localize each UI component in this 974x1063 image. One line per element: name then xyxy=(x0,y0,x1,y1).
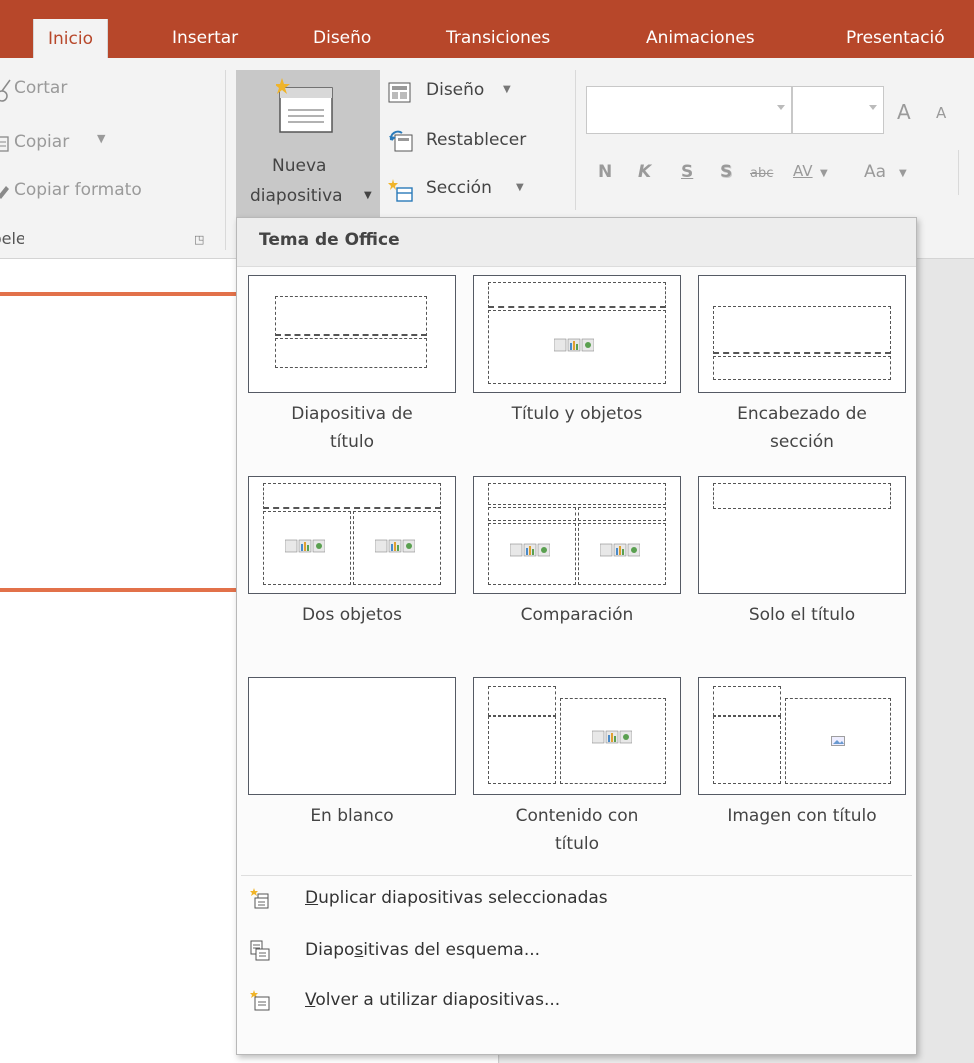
new-slide-gallery: Tema de Office Diapositiva de título Títu… xyxy=(236,217,917,1055)
change-case-button[interactable]: Aa xyxy=(864,162,886,182)
content-placeholder-icon xyxy=(554,338,594,352)
layout-caption: Título y objetos xyxy=(511,404,643,424)
chevron-down-icon xyxy=(777,105,785,110)
duplicate-selected-slides-item[interactable]: Duplicar diapositivas seleccionadas xyxy=(237,880,916,922)
tab-inicio[interactable]: Inicio xyxy=(33,19,108,59)
layout-thumbnail xyxy=(698,476,906,594)
layout-thumbnail xyxy=(473,476,681,594)
layout-caption: Comparación xyxy=(520,605,634,625)
picture-placeholder-icon xyxy=(831,736,845,746)
copy-label: Copiar xyxy=(14,132,70,152)
grow-font-button[interactable]: A xyxy=(897,100,911,124)
character-spacing-button[interactable]: AV xyxy=(793,162,813,180)
gallery-header-label: Tema de Office xyxy=(259,230,400,250)
reuse-slides-icon xyxy=(250,990,270,1011)
layout-caption: En blanco xyxy=(310,806,394,826)
new-slide-button[interactable]: Nueva diapositiva ▼ xyxy=(236,70,380,218)
layout-caption: Imagen con título xyxy=(727,806,877,826)
font-size-combo[interactable] xyxy=(792,86,884,134)
new-slide-dropdown-arrow-icon: ▼ xyxy=(364,190,372,201)
spacing-dropdown-arrow-icon[interactable]: ▼ xyxy=(820,168,828,179)
content-placeholder-icon xyxy=(600,543,640,557)
font-name-combo[interactable] xyxy=(586,86,792,134)
layout-caption: Dos objetos xyxy=(301,605,403,625)
clipboard-launcher-icon[interactable]: ◳ xyxy=(194,233,204,246)
layout-thumbnail xyxy=(698,677,906,795)
cut-label: Cortar xyxy=(14,78,68,98)
chevron-down-icon xyxy=(869,105,877,110)
copy-dropdown-arrow-icon[interactable]: ▼ xyxy=(97,132,105,145)
group-separator xyxy=(575,70,576,210)
layout-button[interactable]: Diseño ▼ xyxy=(388,80,528,110)
layout-caption: Encabezado de sección xyxy=(737,404,867,452)
shadow-button[interactable]: S xyxy=(720,162,732,182)
outline-slides-icon xyxy=(250,940,270,961)
reset-icon xyxy=(389,130,413,152)
strikethrough-button[interactable]: abc xyxy=(750,166,773,181)
copy-icon xyxy=(0,136,9,152)
layout-dropdown-arrow-icon: ▼ xyxy=(503,84,511,95)
new-slide-label-2: diapositiva xyxy=(250,186,343,206)
menu-separator xyxy=(241,875,912,876)
clipboard-group-label: Portapapeles xyxy=(0,229,24,248)
tab-presentacion[interactable]: Presentació xyxy=(846,20,945,58)
format-painter-icon xyxy=(0,186,9,199)
group-separator xyxy=(225,70,226,250)
content-placeholder-icon xyxy=(375,539,415,553)
duplicate-selected-slides-label: Duplicar diapositivas seleccionadas xyxy=(305,888,608,908)
scissors-icon xyxy=(0,79,11,102)
underline-button[interactable]: S xyxy=(681,162,693,182)
content-placeholder-icon xyxy=(592,730,632,744)
section-icon xyxy=(388,179,413,202)
section-label: Sección xyxy=(426,178,492,198)
layout-thumbnail xyxy=(248,476,456,594)
layout-icon xyxy=(388,82,411,103)
section-button[interactable]: Sección ▼ xyxy=(388,178,538,208)
content-placeholder-icon xyxy=(510,543,550,557)
reuse-slides-label: Volver a utilizar diapositivas... xyxy=(305,990,561,1010)
clipboard-label-clip: Portapapeles xyxy=(0,229,24,253)
layout-thumbnail xyxy=(473,677,681,795)
layout-caption: Solo el título xyxy=(748,605,856,625)
layout-thumbnail xyxy=(248,677,456,795)
slides-from-outline-item[interactable]: Diapositivas del esquema... xyxy=(237,932,916,974)
layout-caption: Diapositiva de título xyxy=(291,404,413,452)
italic-button[interactable]: K xyxy=(638,162,651,182)
layout-label: Diseño xyxy=(426,80,485,100)
case-dropdown-arrow-icon[interactable]: ▼ xyxy=(899,168,907,179)
slides-from-outline-label: Diapositivas del esquema... xyxy=(305,940,541,960)
new-slide-label-1: Nueva xyxy=(272,156,327,176)
layout-thumbnail xyxy=(473,275,681,393)
reset-button[interactable]: Restablecer xyxy=(388,130,558,160)
tab-insertar[interactable]: Insertar xyxy=(172,20,238,58)
reset-label: Restablecer xyxy=(426,130,527,150)
bold-button[interactable]: N xyxy=(598,162,612,182)
ribbon-tab-bar: Inicio Insertar Diseño Transiciones Anim… xyxy=(0,0,974,59)
section-dropdown-arrow-icon: ▼ xyxy=(516,182,524,193)
tab-animaciones[interactable]: Animaciones xyxy=(646,20,755,58)
tab-transiciones[interactable]: Transiciones xyxy=(446,20,550,58)
shrink-font-button[interactable]: A xyxy=(936,104,946,122)
layout-caption: Contenido con título xyxy=(515,806,639,854)
format-painter-label: Copiar formato xyxy=(14,180,142,200)
duplicate-slides-icon xyxy=(250,888,269,909)
layout-thumbnail xyxy=(248,275,456,393)
slide-selection-indicator xyxy=(0,292,236,296)
gallery-header: Tema de Office xyxy=(237,218,916,267)
layout-thumbnail xyxy=(698,275,906,393)
reuse-slides-item[interactable]: Volver a utilizar diapositivas... xyxy=(237,982,916,1024)
group-separator xyxy=(958,150,959,195)
slide-selection-indicator xyxy=(0,588,236,592)
new-slide-icon xyxy=(276,78,333,133)
content-placeholder-icon xyxy=(285,539,325,553)
tab-diseno[interactable]: Diseño xyxy=(313,20,371,58)
